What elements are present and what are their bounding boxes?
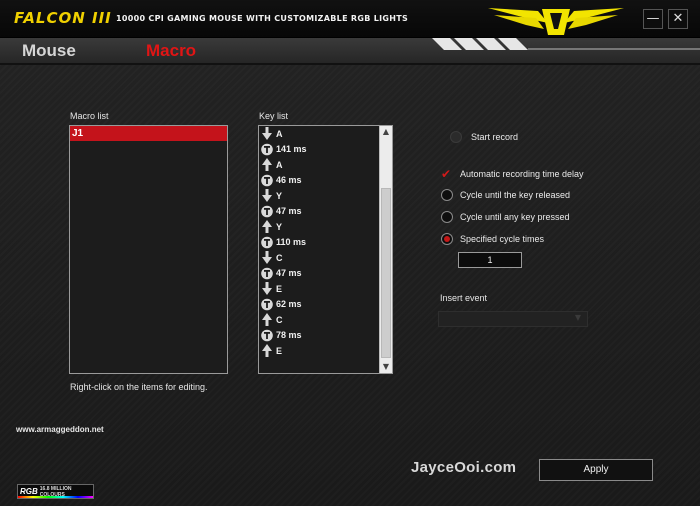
key-list-row-text: A <box>276 128 283 139</box>
app-window: FALCON III 10000 CPI GAMING MOUSE WITH C… <box>0 0 700 506</box>
key-list-row[interactable]: C <box>259 312 379 328</box>
brand-name: FALCON III <box>14 9 112 27</box>
key-list-row-text: C <box>276 252 283 263</box>
timer-icon <box>261 267 273 280</box>
key-list-row-text: E <box>276 283 283 294</box>
record-indicator-icon[interactable] <box>450 131 462 143</box>
up-arrow-icon <box>261 220 273 234</box>
key-list-row[interactable]: 47 ms <box>259 204 379 220</box>
key-list-row-text: 46 ms <box>276 175 302 186</box>
tab-mouse[interactable]: Mouse <box>22 41 76 61</box>
key-list-row[interactable]: A <box>259 157 379 173</box>
insert-event-dropdown[interactable]: ▼ <box>438 311 588 327</box>
down-arrow-icon <box>261 282 273 296</box>
up-arrow-icon <box>261 313 273 327</box>
start-record-label: Start record <box>471 132 519 142</box>
cycle-any-radio[interactable] <box>441 211 453 223</box>
macro-list-label: Macro list <box>70 111 109 121</box>
key-list-row[interactable]: 78 ms <box>259 328 379 344</box>
key-list-row-text: 110 ms <box>276 237 307 248</box>
key-list-row[interactable]: Y <box>259 188 379 204</box>
key-list-row[interactable]: 141 ms <box>259 142 379 158</box>
key-list-row[interactable]: E <box>259 281 379 297</box>
close-button[interactable]: ✕ <box>668 9 688 29</box>
cycle-any-option[interactable]: Cycle until any key pressed <box>441 211 570 223</box>
scroll-down-icon[interactable]: ▼ <box>380 361 392 373</box>
up-arrow-icon <box>261 344 273 358</box>
rgb-badge-word: RGB <box>20 487 38 496</box>
key-list-row[interactable]: A <box>259 126 379 142</box>
key-list-row-text: 141 ms <box>276 144 307 155</box>
armaggeddon-wings-logo <box>488 8 624 35</box>
cycle-times-option[interactable]: Specified cycle times <box>441 233 544 245</box>
timer-icon <box>261 329 273 342</box>
key-list-row[interactable]: Y <box>259 219 379 235</box>
key-list-row[interactable]: C <box>259 250 379 266</box>
scroll-up-icon[interactable]: ▲ <box>380 126 392 138</box>
key-list-row-text: Y <box>276 190 283 201</box>
cycle-released-option[interactable]: Cycle until the key released <box>441 189 570 201</box>
timer-icon <box>261 205 273 218</box>
key-list-row[interactable]: 47 ms <box>259 266 379 282</box>
timer-icon <box>261 236 273 249</box>
key-list-row[interactable]: 46 ms <box>259 173 379 189</box>
down-arrow-icon <box>261 127 273 141</box>
up-arrow-icon <box>261 158 273 172</box>
key-list-row[interactable]: E <box>259 343 379 359</box>
key-list-scrollbar[interactable]: ▲ ▼ <box>379 126 392 373</box>
cycle-times-label: Specified cycle times <box>460 234 545 244</box>
macro-list[interactable]: J1 <box>69 125 228 374</box>
auto-delay-option[interactable]: ✔ Automatic recording time delay <box>441 168 584 180</box>
key-list-row[interactable]: 62 ms <box>259 297 379 313</box>
down-arrow-icon <box>261 251 273 265</box>
key-list-row-text: 47 ms <box>276 268 302 279</box>
title-bar: FALCON III 10000 CPI GAMING MOUSE WITH C… <box>0 0 700 38</box>
start-record-option[interactable]: Start record <box>450 131 518 143</box>
key-list-row-text: 62 ms <box>276 299 302 310</box>
editing-hint: Right-click on the items for editing. <box>70 382 208 392</box>
cycle-times-input[interactable]: 1 <box>458 252 522 268</box>
minimize-button[interactable]: — <box>643 9 663 29</box>
rgb-color-strip <box>18 496 93 498</box>
auto-delay-label: Automatic recording time delay <box>460 169 584 179</box>
key-list-label: Key list <box>259 111 289 121</box>
key-list-row-text: E <box>276 345 283 356</box>
key-list-row-text: 78 ms <box>276 330 302 341</box>
key-list-row-text: C <box>276 314 283 325</box>
key-list-row[interactable]: 110 ms <box>259 235 379 251</box>
key-list-row-text: Y <box>276 221 283 232</box>
chevron-down-icon: ▼ <box>574 313 581 322</box>
tab-macro[interactable]: Macro <box>146 41 196 61</box>
checkmark-icon[interactable]: ✔ <box>441 168 453 180</box>
apply-button[interactable]: Apply <box>539 459 653 481</box>
watermark: JayceOoi.com <box>411 459 517 476</box>
down-arrow-icon <box>261 189 273 203</box>
website-link[interactable]: www.armaggeddon.net <box>16 425 104 434</box>
cycle-times-radio[interactable] <box>441 233 453 245</box>
timer-icon <box>261 174 273 187</box>
macro-list-item[interactable]: J1 <box>70 126 227 141</box>
rgb-badge: RGB 16.8 MILLION COLOURS <box>17 484 94 499</box>
insert-event-label: Insert event <box>440 293 488 303</box>
scroll-thumb[interactable] <box>381 188 391 358</box>
key-list-row-text: A <box>276 159 283 170</box>
key-list-rows: A 141 ms A 46 ms Y 47 ms Y 110 ms C 47 ms E 62 ms C 7… <box>259 126 379 359</box>
cycle-released-radio[interactable] <box>441 189 453 201</box>
timer-icon <box>261 143 273 156</box>
decorative-stripes <box>432 38 700 50</box>
product-subtitle: 10000 CPI GAMING MOUSE WITH CUSTOMIZABLE… <box>116 14 409 23</box>
cycle-any-label: Cycle until any key pressed <box>460 212 570 222</box>
timer-icon <box>261 298 273 311</box>
key-list[interactable]: A 141 ms A 46 ms Y 47 ms Y 110 ms C 47 ms E 62 ms C 7… <box>258 125 393 374</box>
cycle-released-label: Cycle until the key released <box>460 190 571 200</box>
key-list-row-text: 47 ms <box>276 206 302 217</box>
